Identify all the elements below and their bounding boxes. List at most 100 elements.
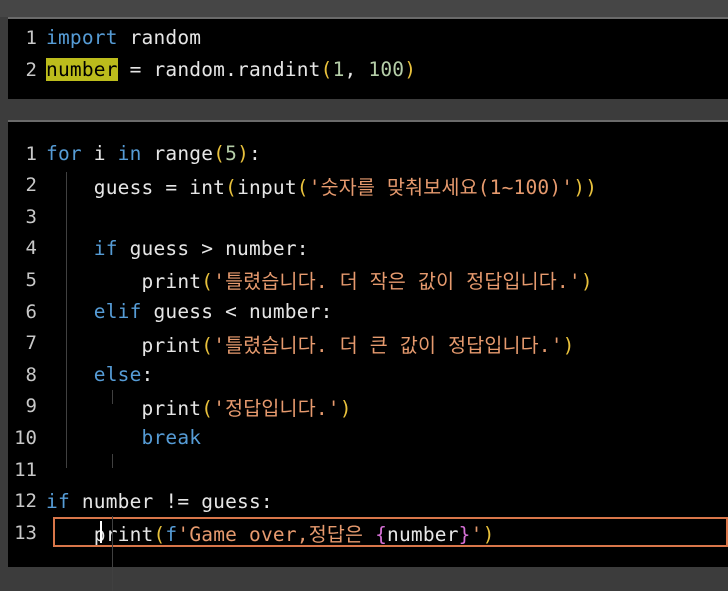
line-number: 2 <box>25 174 37 197</box>
code-token: ( <box>201 270 214 294</box>
line-number: 13 <box>14 521 37 544</box>
indent-guide <box>66 172 67 468</box>
code-token: ) <box>339 396 352 420</box>
code-token: ) <box>482 523 495 547</box>
code-token: ( <box>153 523 166 547</box>
code-text: print('틀렸습니다. 더 작은 값이 정답입니다.') <box>46 265 593 294</box>
code-text: guess = int(input('숫자를 맞춰보세요(1~100)')) <box>46 171 597 200</box>
code-token: ( <box>296 175 309 199</box>
code-token: guess < number: <box>141 300 333 323</box>
line-number: 11 <box>14 458 37 481</box>
code-cell-2[interactable]: 1 for i in range(5): 2 guess = int(input('… <box>8 120 728 591</box>
code-line[interactable]: 4 if guess > number: <box>8 233 728 264</box>
code-token: else <box>93 363 142 387</box>
code-line[interactable]: 13 print(f'Game over,정답은 {number}') <box>8 517 728 548</box>
code-token: '틀렸습니다. 더 큰 값이 정답입니다.' <box>213 333 563 357</box>
code-token: print <box>46 333 202 357</box>
code-line[interactable]: 2 guess = int(input('숫자를 맞춰보세요(1~100)')) <box>8 170 728 201</box>
code-token: i <box>81 142 118 165</box>
code-token: = random.randint <box>117 58 321 81</box>
line-number: 10 <box>14 426 37 449</box>
line-number: 8 <box>25 363 37 386</box>
code-token: input <box>237 175 297 199</box>
code-line[interactable]: 10 break <box>8 422 728 453</box>
code-token: ( <box>201 333 214 357</box>
line-number: 1 <box>25 142 37 165</box>
code-token: , <box>344 58 369 81</box>
code-token: } <box>458 523 471 547</box>
indent-guide <box>112 454 113 468</box>
code-token: print <box>46 270 202 294</box>
code-token: '정답입니다.' <box>213 396 340 420</box>
code-text: break <box>46 426 202 450</box>
code-line[interactable]: 1 for i in range(5): <box>8 138 728 169</box>
code-token: '틀렸습니다. 더 작은 값이 정답입니다.' <box>213 270 581 294</box>
code-token: random <box>117 26 202 49</box>
code-token: ( <box>213 142 226 165</box>
code-token: : <box>249 142 261 165</box>
code-token: number <box>46 58 118 81</box>
code-token: 'Game over,정답은 <box>177 523 376 547</box>
code-token: guess = int <box>46 175 226 199</box>
code-text: number = random.randint(1, 100) <box>46 58 416 81</box>
code-token: number <box>387 523 459 547</box>
code-line[interactable]: 1 import random <box>8 22 728 53</box>
code-token: ( <box>225 175 238 199</box>
top-toolbar-strip <box>0 0 728 17</box>
code-line[interactable]: 2 number = random.randint(1, 100) <box>8 54 728 85</box>
code-token: ( <box>201 396 214 420</box>
code-text: import random <box>46 26 201 49</box>
code-text: elif guess < number: <box>46 300 333 323</box>
line-number: 6 <box>25 300 37 323</box>
text-cursor <box>100 521 102 544</box>
code-text: if guess > number: <box>46 237 309 260</box>
code-token: if <box>46 489 70 513</box>
line-number: 1 <box>25 26 37 49</box>
code-text: else: <box>46 363 154 387</box>
code-line[interactable]: 7 print('틀렸습니다. 더 큰 값이 정답입니다.') <box>8 328 728 359</box>
code-line[interactable]: 9 print('정답입니다.') <box>8 391 728 422</box>
code-line[interactable]: 5 print('틀렸습니다. 더 작은 값이 정답입니다.') <box>8 264 728 295</box>
code-token: range <box>141 142 214 165</box>
code-token: 5 <box>225 142 238 165</box>
indent-guide <box>112 390 113 404</box>
code-text: print('틀렸습니다. 더 큰 값이 정답입니다.') <box>46 329 575 358</box>
code-token: import <box>46 26 118 49</box>
code-token: )) <box>573 175 598 199</box>
code-text: for i in range(5): <box>46 142 261 165</box>
code-token: for <box>46 142 82 165</box>
code-token: number != guess: <box>69 489 273 513</box>
code-token: ) <box>562 333 575 357</box>
code-token: ) <box>404 58 417 81</box>
code-line[interactable]: 6 elif guess < number: <box>8 296 728 327</box>
code-token: { <box>375 523 388 547</box>
code-token: ) <box>237 142 250 165</box>
code-token: f <box>165 523 178 547</box>
code-text: if number != guess: <box>46 490 273 513</box>
code-line[interactable]: 12 if number != guess: <box>8 486 728 517</box>
code-token: elif <box>93 300 142 323</box>
line-number: 7 <box>25 332 37 355</box>
indent-guide <box>112 516 113 591</box>
line-number: 3 <box>25 205 37 228</box>
code-token: break <box>141 426 202 450</box>
notebook-editor: 1 import random 2 number = random.randint(1… <box>0 0 728 591</box>
code-cell-1[interactable]: 1 import random 2 number = random.randint(1… <box>8 17 728 99</box>
code-line[interactable]: 11 <box>8 454 728 485</box>
line-number: 4 <box>25 237 37 260</box>
line-number: 9 <box>25 395 37 418</box>
code-token: guess > number: <box>117 236 309 260</box>
line-number: 12 <box>14 490 37 513</box>
code-line[interactable]: 3 <box>8 201 728 232</box>
line-number: 2 <box>25 58 37 81</box>
code-token: if <box>93 236 118 260</box>
code-token: in <box>117 142 142 165</box>
code-token: : <box>141 363 154 387</box>
code-line[interactable]: 8 else: <box>8 359 728 390</box>
code-text: print('정답입니다.') <box>46 392 352 421</box>
code-token: ) <box>580 270 593 294</box>
